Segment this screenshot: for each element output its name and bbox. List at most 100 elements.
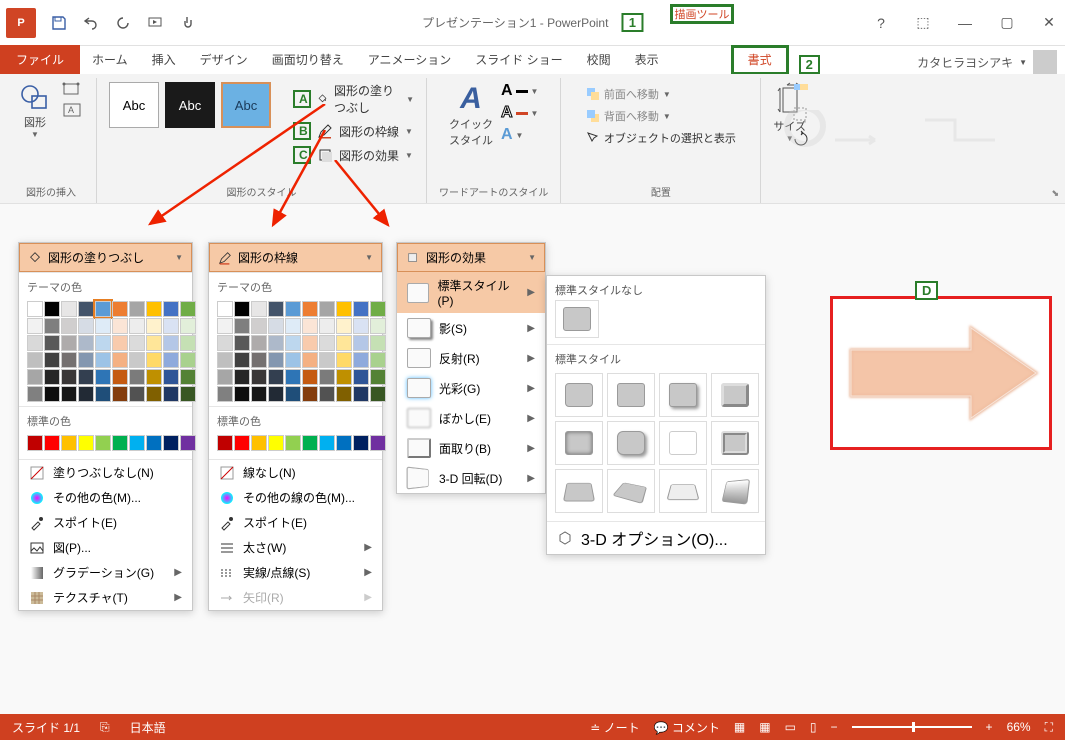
style-preset-3[interactable]: Abc	[221, 82, 271, 128]
color-swatch[interactable]	[44, 369, 60, 385]
shadow-item[interactable]: 影(S)▶	[397, 313, 545, 343]
color-swatch[interactable]	[44, 435, 60, 451]
preset-item[interactable]: 標準スタイル(P)▶	[397, 272, 545, 313]
help-icon[interactable]: ?	[871, 15, 891, 31]
color-swatch[interactable]	[217, 301, 233, 317]
undo-icon[interactable]	[82, 14, 100, 32]
color-swatch[interactable]	[61, 386, 77, 402]
color-swatch[interactable]	[163, 369, 179, 385]
color-swatch[interactable]	[78, 369, 94, 385]
color-swatch[interactable]	[78, 301, 94, 317]
color-swatch[interactable]	[336, 352, 352, 368]
language-indicator[interactable]: 日本語	[130, 719, 166, 736]
color-swatch[interactable]	[217, 435, 233, 451]
preset-2[interactable]	[607, 373, 655, 417]
color-swatch[interactable]	[163, 386, 179, 402]
group-icon[interactable]	[792, 106, 810, 124]
color-swatch[interactable]	[268, 335, 284, 351]
preset-8[interactable]	[711, 421, 759, 465]
style-preset-2[interactable]: Abc	[165, 82, 215, 128]
color-swatch[interactable]	[285, 352, 301, 368]
bevel-item[interactable]: 面取り(B)▶	[397, 433, 545, 463]
quick-styles-button[interactable]: A クイック スタイル	[449, 82, 493, 148]
tab-slideshow[interactable]: スライド ショー	[463, 47, 574, 74]
preset-9[interactable]	[555, 469, 603, 513]
color-swatch[interactable]	[353, 318, 369, 334]
preset-3[interactable]	[659, 373, 707, 417]
color-swatch[interactable]	[319, 369, 335, 385]
color-swatch[interactable]	[217, 318, 233, 334]
color-swatch[interactable]	[217, 369, 233, 385]
color-swatch[interactable]	[336, 369, 352, 385]
color-swatch[interactable]	[129, 335, 145, 351]
color-swatch[interactable]	[234, 352, 250, 368]
slide-indicator[interactable]: スライド 1/1	[12, 719, 80, 736]
color-swatch[interactable]	[163, 435, 179, 451]
color-swatch[interactable]	[180, 318, 196, 334]
color-swatch[interactable]	[27, 352, 43, 368]
tab-animations[interactable]: アニメーション	[356, 47, 464, 74]
edit-shape-icon[interactable]	[62, 82, 84, 98]
color-swatch[interactable]	[95, 352, 111, 368]
slideshow-icon[interactable]	[146, 14, 164, 32]
color-swatch[interactable]	[285, 435, 301, 451]
color-swatch[interactable]	[319, 301, 335, 317]
color-swatch[interactable]	[129, 318, 145, 334]
color-swatch[interactable]	[268, 352, 284, 368]
align-icon[interactable]	[792, 82, 810, 100]
color-swatch[interactable]	[353, 352, 369, 368]
shape-fill-header[interactable]: 図形の塗りつぶし▼	[19, 243, 192, 272]
color-swatch[interactable]	[353, 435, 369, 451]
3d-options-item[interactable]: 3-D オプション(O)...	[547, 521, 765, 554]
tab-insert[interactable]: 挿入	[140, 47, 188, 74]
shape-effects-header[interactable]: 図形の効果▼	[397, 243, 545, 272]
color-swatch[interactable]	[336, 301, 352, 317]
color-swatch[interactable]	[302, 301, 318, 317]
color-swatch[interactable]	[112, 335, 128, 351]
color-swatch[interactable]	[268, 386, 284, 402]
color-swatch[interactable]	[370, 301, 386, 317]
color-swatch[interactable]	[370, 335, 386, 351]
no-fill-item[interactable]: 塗りつぶしなし(N)	[19, 460, 192, 485]
shape-outline-header[interactable]: 図形の枠線▼	[209, 243, 382, 272]
color-swatch[interactable]	[370, 369, 386, 385]
color-swatch[interactable]	[217, 386, 233, 402]
tab-design[interactable]: デザイン	[188, 47, 260, 74]
color-swatch[interactable]	[353, 335, 369, 351]
file-tab[interactable]: ファイル	[0, 45, 80, 74]
dashes-item[interactable]: 実線/点線(S)▶	[209, 560, 382, 585]
zoom-out-button[interactable]: −	[831, 720, 838, 734]
color-swatch[interactable]	[146, 318, 162, 334]
color-swatch[interactable]	[302, 386, 318, 402]
notes-button[interactable]: ≐ ノート	[590, 719, 639, 736]
comments-button[interactable]: 💬 コメント	[654, 719, 720, 736]
preset-5[interactable]	[555, 421, 603, 465]
tab-home[interactable]: ホーム	[80, 47, 140, 74]
tab-review[interactable]: 校閲	[575, 47, 623, 74]
color-swatch[interactable]	[44, 318, 60, 334]
color-swatch[interactable]	[353, 386, 369, 402]
drawing-tools-tab[interactable]: 描画ツール	[670, 4, 734, 24]
color-swatch[interactable]	[285, 301, 301, 317]
glow-item[interactable]: 光彩(G)▶	[397, 373, 545, 403]
color-swatch[interactable]	[234, 318, 250, 334]
color-swatch[interactable]	[95, 386, 111, 402]
color-swatch[interactable]	[285, 335, 301, 351]
color-swatch[interactable]	[319, 435, 335, 451]
color-swatch[interactable]	[163, 335, 179, 351]
preset-10[interactable]	[607, 469, 655, 513]
color-swatch[interactable]	[61, 318, 77, 334]
weight-item[interactable]: 太さ(W)▶	[209, 535, 382, 560]
color-swatch[interactable]	[95, 369, 111, 385]
tab-transitions[interactable]: 画面切り替え	[260, 47, 356, 74]
color-swatch[interactable]	[146, 435, 162, 451]
color-swatch[interactable]	[180, 386, 196, 402]
color-swatch[interactable]	[319, 352, 335, 368]
color-swatch[interactable]	[112, 369, 128, 385]
color-swatch[interactable]	[234, 301, 250, 317]
zoom-slider[interactable]	[852, 726, 972, 728]
shape-fill-button[interactable]: A図形の塗りつぶし▼	[293, 82, 414, 116]
color-swatch[interactable]	[370, 386, 386, 402]
texture-fill-item[interactable]: テクスチャ(T)▶	[19, 585, 192, 610]
color-swatch[interactable]	[268, 318, 284, 334]
